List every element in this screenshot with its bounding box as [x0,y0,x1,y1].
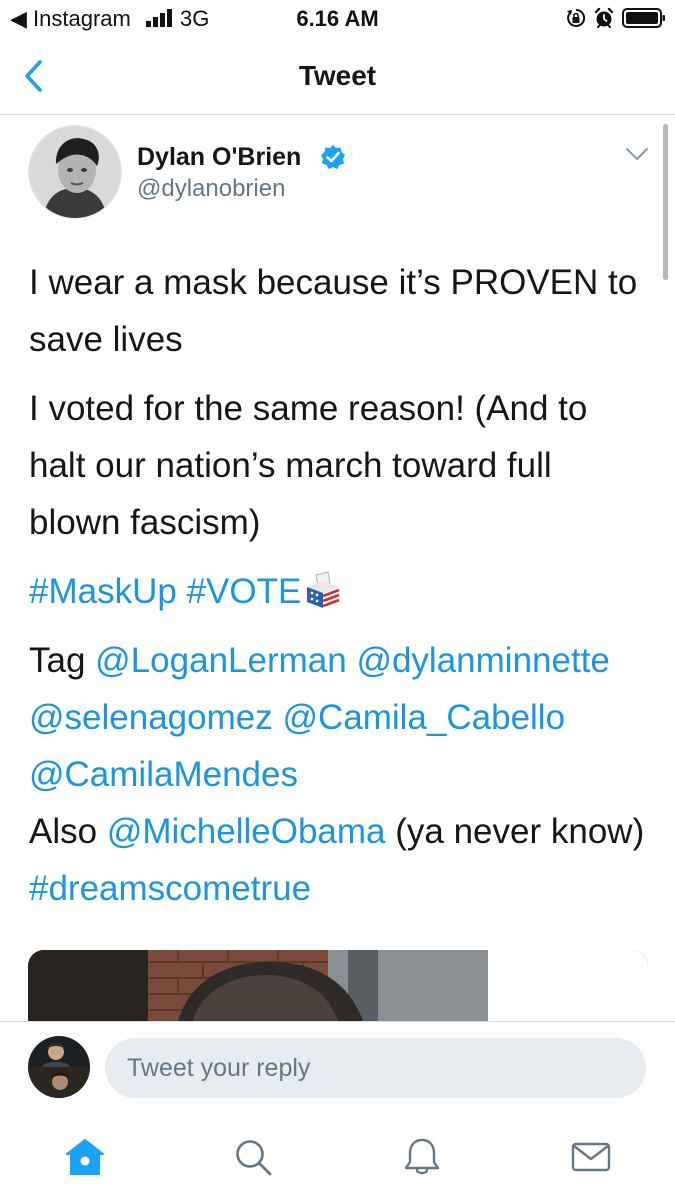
tweet-paragraph: I wear a mask because it’s PROVEN to sav… [29,254,649,368]
scrollbar[interactable] [663,124,668,280]
mention-loganlerman-link[interactable]: @LoganLerman [95,641,347,680]
tweet-text: I wear a mask because it’s PROVEN to sav… [29,254,649,929]
alarm-icon [594,7,614,28]
tweet-line: I wear a mask because it’s PROVEN to sav… [29,263,638,359]
mention-selenagomez-link[interactable]: @selenagomez [29,698,273,737]
tab-notifications[interactable] [400,1135,444,1179]
tweet-paragraph: Tag @LoganLerman @dylanminnette @selenag… [29,632,649,917]
author-handle[interactable]: @dylanobrien [137,174,285,204]
page-title: Tweet [298,60,377,91]
bottom-tab-bar [0,1115,675,1200]
tweet-photo-image [28,950,648,1021]
tweet-text-segment: Tag [29,641,86,680]
mention-michelleobama-link[interactable]: @MichelleObama [107,812,386,851]
user-avatar-image [28,1036,90,1098]
tab-search[interactable] [231,1135,275,1179]
envelope-icon [571,1142,611,1172]
tweet-paragraph: #MaskUp #VOTE [29,563,649,620]
battery-icon [622,8,665,28]
status-bar: ◀ Instagram 3G 6.16 AM [0,0,675,38]
mention-dylanminnette-link[interactable]: @dylanminnette [356,641,609,680]
search-icon [236,1140,272,1176]
author-avatar[interactable] [29,126,121,218]
tweet-line: I voted for the same reason! (And to hal… [29,389,588,542]
author-avatar-image [29,126,121,218]
tweet-media-photo[interactable] [28,950,648,1021]
mention-camila-cabello-link[interactable]: @Camila_Cabello [282,698,565,737]
caret-down-icon[interactable] [625,146,649,162]
tab-home[interactable] [63,1135,107,1179]
tab-messages[interactable] [569,1135,613,1179]
reply-input[interactable] [105,1038,646,1098]
mention-camilamendes-link[interactable]: @CamilaMendes [29,755,298,794]
home-icon [66,1139,104,1175]
hashtag-dreamscometrue-link[interactable]: #dreamscometrue [29,869,311,908]
reply-bar [0,1021,675,1116]
user-avatar[interactable] [28,1036,90,1098]
nav-header: Tweet [0,38,675,115]
tweet-paragraph: I voted for the same reason! (And to hal… [29,380,649,551]
tweet-text-segment: (ya never know) [395,812,645,851]
verified-badge-icon [321,145,345,169]
rotation-lock-icon [567,8,586,27]
tweet-text-segment: Also [29,812,98,851]
author-name[interactable]: Dylan O'Brien [137,142,301,172]
bell-icon [404,1138,440,1175]
ballot-box-icon [307,571,340,608]
hashtag-maskup-link[interactable]: #MaskUp [29,572,177,611]
hashtag-vote-link[interactable]: #VOTE [187,572,302,611]
